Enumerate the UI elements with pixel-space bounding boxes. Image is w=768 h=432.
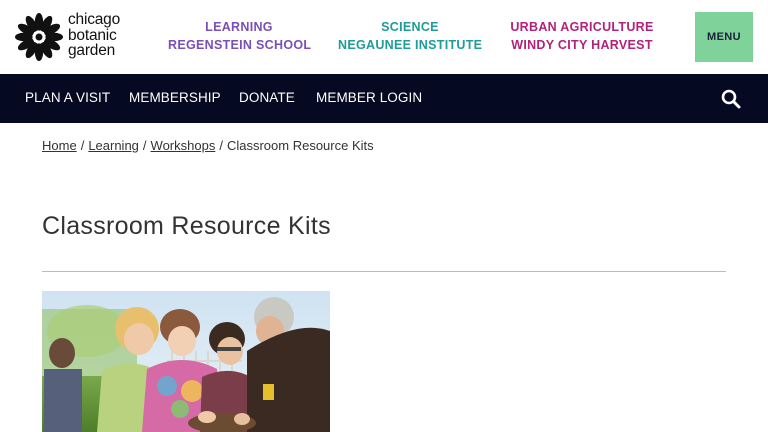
nav-item-plan-a-visit[interactable]: PLAN A VISIT [25, 90, 110, 105]
breadcrumb-separator: / [219, 138, 223, 153]
division-link-science[interactable]: SCIENCE NEGAUNEE INSTITUTE [338, 18, 482, 54]
flower-logo-icon [15, 13, 63, 61]
breadcrumb-link-workshops[interactable]: Workshops [151, 138, 216, 153]
division-subtitle: REGENSTEIN SCHOOL [168, 38, 312, 52]
main-nav: PLAN A VISIT MEMBERSHIP DONATE MEMBER LO… [0, 74, 768, 123]
division-title: SCIENCE [381, 20, 439, 34]
title-divider [42, 271, 726, 272]
logo-wordmark: chicago botanic garden [68, 12, 120, 59]
logo-line-3: garden [68, 42, 116, 59]
division-title: LEARNING [205, 20, 273, 34]
breadcrumb-link-home[interactable]: Home [42, 138, 77, 153]
nav-item-membership[interactable]: MEMBERSHIP [129, 90, 221, 105]
division-subtitle: NEGAUNEE INSTITUTE [338, 38, 483, 52]
breadcrumb-current: Classroom Resource Kits [226, 138, 374, 153]
page-title: Classroom Resource Kits [42, 212, 331, 240]
kids-gardening-photo [42, 291, 330, 432]
division-link-urban-agriculture[interactable]: URBAN AGRICULTURE WINDY CITY HARVEST [508, 18, 656, 54]
menu-button[interactable]: MENU [695, 12, 753, 62]
division-title: URBAN AGRICULTURE [510, 20, 654, 34]
search-icon[interactable] [720, 88, 742, 110]
chicago-botanic-garden-logo[interactable]: chicago botanic garden [14, 11, 134, 63]
nav-item-donate[interactable]: DONATE [239, 90, 295, 105]
breadcrumb-separator: / [142, 138, 147, 153]
breadcrumb-separator: / [80, 138, 85, 153]
nav-item-member-login[interactable]: MEMBER LOGIN [316, 90, 422, 105]
breadcrumb-link-learning[interactable]: Learning [88, 138, 139, 153]
division-subtitle: WINDY CITY HARVEST [511, 38, 653, 52]
logo-line-2: botanic [68, 26, 117, 44]
breadcrumb: Home / Learning / Workshops / Classroom Resour… [42, 138, 374, 153]
logo-line-1: chicago [68, 11, 121, 28]
division-link-learning[interactable]: LEARNING REGENSTEIN SCHOOL [168, 18, 312, 54]
site-header: chicago botanic garden LEARNING REGENSTE… [0, 0, 768, 74]
